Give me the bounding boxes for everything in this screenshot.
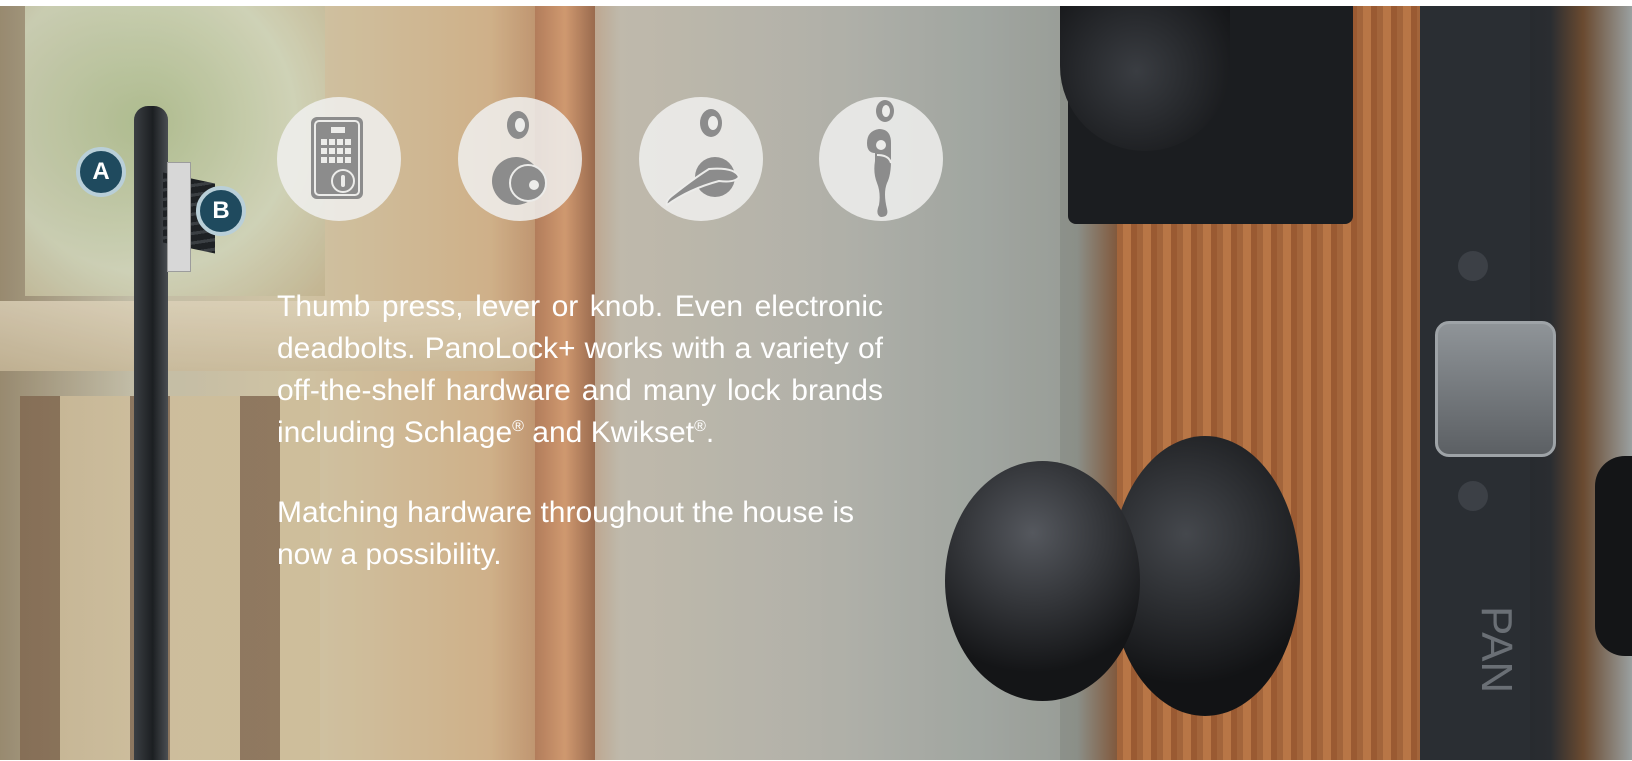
callout-b: B xyxy=(196,186,246,236)
door-knob xyxy=(945,461,1140,701)
intro-text-cont: and Kwikset xyxy=(523,416,695,449)
matching-hardware-paragraph: Matching hardware throughout the house i… xyxy=(277,496,855,571)
intro-paragraph: Thumb press, lever or knob. Even electro… xyxy=(277,286,883,454)
strike-screw-bottom xyxy=(1458,481,1488,511)
strike-plate xyxy=(1435,321,1556,457)
panolock-bracket xyxy=(167,162,191,272)
lever-deadbolt-icon xyxy=(639,97,763,221)
adjacent-knob xyxy=(1595,456,1632,656)
strike-screw-top xyxy=(1458,251,1488,281)
hero-image: PAN A B Thumb press, lever or knob. Even… xyxy=(0,6,1632,760)
registered-mark: ® xyxy=(694,418,706,435)
knob-deadbolt-icon xyxy=(458,97,582,221)
strip-brand-text: PAN xyxy=(1472,606,1521,694)
keypad-deadbolt-icon xyxy=(277,97,401,221)
intro-text-end: . xyxy=(705,416,715,449)
registered-mark: ® xyxy=(512,418,524,435)
handleset-icon xyxy=(819,97,943,221)
callout-a: A xyxy=(76,147,126,197)
